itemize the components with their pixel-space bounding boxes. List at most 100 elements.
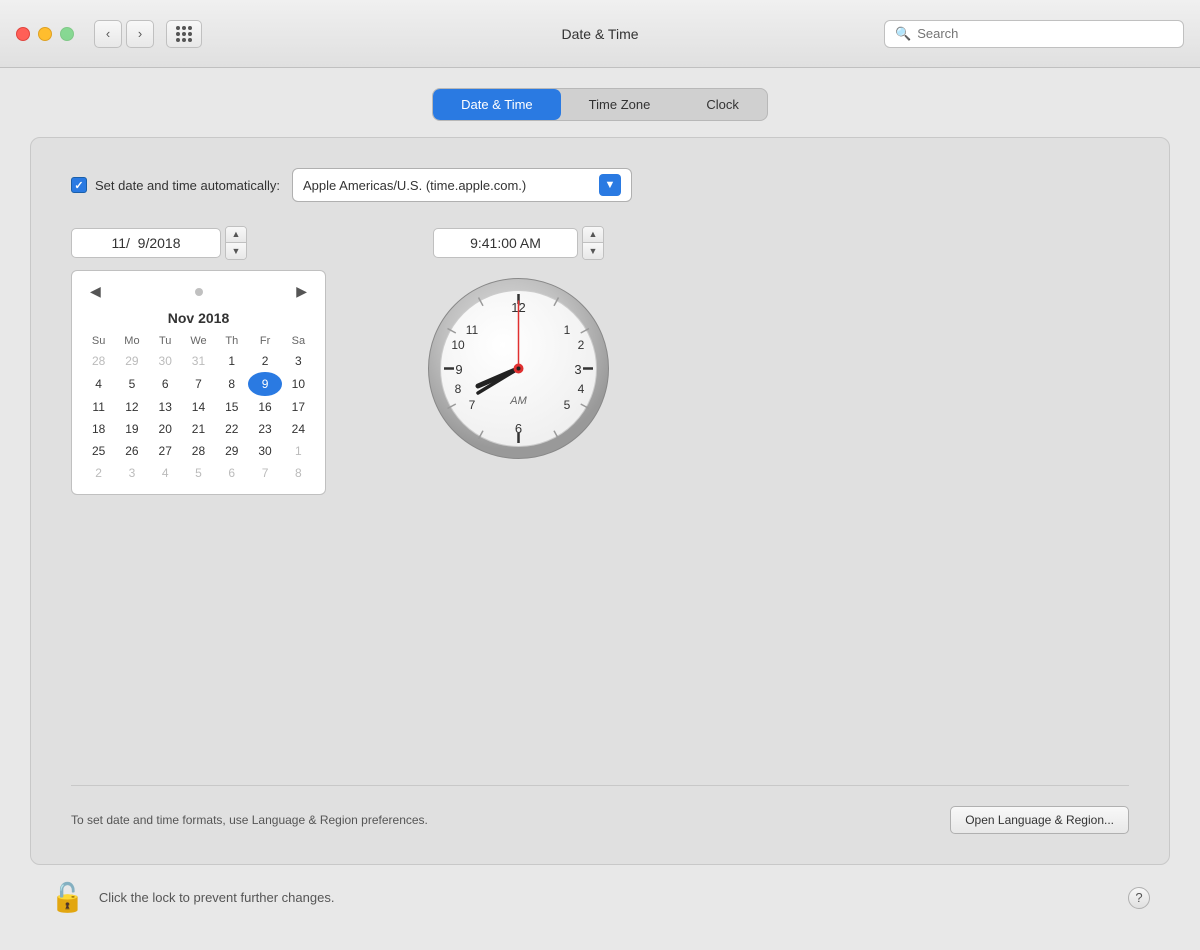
time-stepper-down[interactable]: ▼ bbox=[583, 243, 603, 259]
dropdown-arrow-button[interactable]: ▼ bbox=[599, 174, 621, 196]
server-dropdown[interactable]: Apple Americas/U.S. (time.apple.com.) ▼ bbox=[292, 168, 632, 202]
calendar-day[interactable]: 12 bbox=[115, 396, 148, 418]
calendar-day[interactable]: 24 bbox=[282, 418, 315, 440]
calendar-day[interactable]: 3 bbox=[282, 350, 315, 372]
calendar-day[interactable]: 1 bbox=[282, 440, 315, 462]
maximize-button[interactable] bbox=[60, 27, 74, 41]
calendar-day[interactable]: 30 bbox=[149, 350, 182, 372]
calendar-day[interactable]: 1 bbox=[215, 350, 248, 372]
tab-clock[interactable]: Clock bbox=[678, 89, 767, 120]
search-bar[interactable]: 🔍 bbox=[884, 20, 1184, 48]
content-panel: ✓ Set date and time automatically: Apple… bbox=[30, 137, 1170, 865]
calendar-day[interactable]: 28 bbox=[82, 350, 115, 372]
calendar-day[interactable]: 3 bbox=[115, 462, 148, 484]
calendar-dot-icon bbox=[195, 288, 203, 296]
calendar-day[interactable]: 22 bbox=[215, 418, 248, 440]
calendar: ◀ ▶ Nov 2018 Su Mo Tu We bbox=[71, 270, 326, 495]
cal-header-su: Su bbox=[82, 332, 115, 350]
calendar-day[interactable]: 10 bbox=[282, 372, 315, 396]
calendar-day[interactable]: 8 bbox=[282, 462, 315, 484]
svg-text:11: 11 bbox=[466, 323, 479, 337]
lock-text: Click the lock to prevent further change… bbox=[99, 890, 335, 905]
date-input[interactable] bbox=[71, 228, 221, 258]
time-input-row: ▲ ▼ bbox=[433, 226, 604, 260]
calendar-day[interactable]: 2 bbox=[248, 350, 281, 372]
calendar-day[interactable]: 13 bbox=[149, 396, 182, 418]
close-button[interactable] bbox=[16, 27, 30, 41]
calendar-day[interactable]: 29 bbox=[215, 440, 248, 462]
minimize-button[interactable] bbox=[38, 27, 52, 41]
calendar-prev-button[interactable]: ◀ bbox=[86, 281, 105, 302]
calendar-day[interactable]: 2 bbox=[82, 462, 115, 484]
calendar-day[interactable]: 5 bbox=[182, 462, 215, 484]
calendar-day[interactable]: 26 bbox=[115, 440, 148, 462]
calendar-day[interactable]: 6 bbox=[149, 372, 182, 396]
calendar-day[interactable]: 15 bbox=[215, 396, 248, 418]
date-stepper[interactable]: ▲ ▼ bbox=[225, 226, 247, 260]
date-stepper-down[interactable]: ▼ bbox=[226, 243, 246, 259]
calendar-day[interactable]: 17 bbox=[282, 396, 315, 418]
back-button[interactable]: ‹ bbox=[94, 20, 122, 48]
calendar-header: ◀ ▶ bbox=[82, 281, 315, 302]
calendar-day[interactable]: 7 bbox=[248, 462, 281, 484]
cal-header-th: Th bbox=[215, 332, 248, 350]
auto-set-label: Set date and time automatically: bbox=[95, 178, 280, 193]
calendar-day[interactable]: 29 bbox=[115, 350, 148, 372]
calendar-day[interactable]: 27 bbox=[149, 440, 182, 462]
calendar-day[interactable]: 30 bbox=[248, 440, 281, 462]
svg-text:2: 2 bbox=[578, 338, 585, 352]
title-bar: ‹ › Date & Time 🔍 bbox=[0, 0, 1200, 68]
calendar-day[interactable]: 20 bbox=[149, 418, 182, 440]
cal-header-fr: Fr bbox=[248, 332, 281, 350]
time-input[interactable] bbox=[433, 228, 578, 258]
help-icon: ? bbox=[1135, 890, 1142, 905]
calendar-day[interactable]: 8 bbox=[215, 372, 248, 396]
date-section: ▲ ▼ ◀ ▶ Nov 2018 bbox=[71, 226, 326, 495]
calendar-day[interactable]: 11 bbox=[82, 396, 115, 418]
svg-text:9: 9 bbox=[455, 362, 462, 377]
date-input-row: ▲ ▼ bbox=[71, 226, 247, 260]
auto-set-checkbox-container: ✓ Set date and time automatically: bbox=[71, 177, 280, 193]
chevron-down-icon: ▼ bbox=[605, 179, 616, 191]
cal-header-we: We bbox=[182, 332, 215, 350]
open-language-region-button[interactable]: Open Language & Region... bbox=[950, 806, 1129, 834]
svg-text:1: 1 bbox=[564, 323, 571, 337]
nav-buttons: ‹ › bbox=[94, 20, 202, 48]
back-icon: ‹ bbox=[106, 26, 110, 41]
calendar-day[interactable]: 7 bbox=[182, 372, 215, 396]
calendar-day[interactable]: 31 bbox=[182, 350, 215, 372]
time-section: ▲ ▼ bbox=[426, 226, 611, 461]
footer: 🔓 Click the lock to prevent further chan… bbox=[30, 865, 1170, 930]
tab-time-zone[interactable]: Time Zone bbox=[561, 89, 679, 120]
tab-group: Date & Time Time Zone Clock bbox=[432, 88, 768, 121]
calendar-day[interactable]: 16 bbox=[248, 396, 281, 418]
calendar-day[interactable]: 4 bbox=[149, 462, 182, 484]
calendar-day[interactable]: 23 bbox=[248, 418, 281, 440]
forward-button[interactable]: › bbox=[126, 20, 154, 48]
search-icon: 🔍 bbox=[895, 26, 911, 42]
grid-button[interactable] bbox=[166, 20, 202, 48]
search-input[interactable] bbox=[917, 26, 1173, 41]
time-stepper-up[interactable]: ▲ bbox=[583, 227, 603, 243]
help-button[interactable]: ? bbox=[1128, 887, 1150, 909]
lock-icon[interactable]: 🔓 bbox=[50, 881, 85, 914]
calendar-day[interactable]: 25 bbox=[82, 440, 115, 462]
date-stepper-up[interactable]: ▲ bbox=[226, 227, 246, 243]
calendar-day[interactable]: 14 bbox=[182, 396, 215, 418]
calendar-day[interactable]: 6 bbox=[215, 462, 248, 484]
time-stepper[interactable]: ▲ ▼ bbox=[582, 226, 604, 260]
calendar-day[interactable]: 9 bbox=[248, 372, 281, 396]
calendar-day[interactable]: 18 bbox=[82, 418, 115, 440]
auto-set-checkbox[interactable]: ✓ bbox=[71, 177, 87, 193]
tab-date-time[interactable]: Date & Time bbox=[433, 89, 561, 120]
auto-set-row: ✓ Set date and time automatically: Apple… bbox=[71, 168, 1129, 202]
calendar-next-button[interactable]: ▶ bbox=[292, 281, 311, 302]
calendar-day[interactable]: 21 bbox=[182, 418, 215, 440]
calendar-day[interactable]: 5 bbox=[115, 372, 148, 396]
clock-container: 12 3 6 9 1 2 4 5 7 8 10 11 AM bbox=[426, 276, 611, 461]
svg-text:3: 3 bbox=[574, 362, 581, 377]
calendar-day[interactable]: 19 bbox=[115, 418, 148, 440]
tab-bar: Date & Time Time Zone Clock bbox=[30, 88, 1170, 121]
calendar-day[interactable]: 28 bbox=[182, 440, 215, 462]
calendar-day[interactable]: 4 bbox=[82, 372, 115, 396]
